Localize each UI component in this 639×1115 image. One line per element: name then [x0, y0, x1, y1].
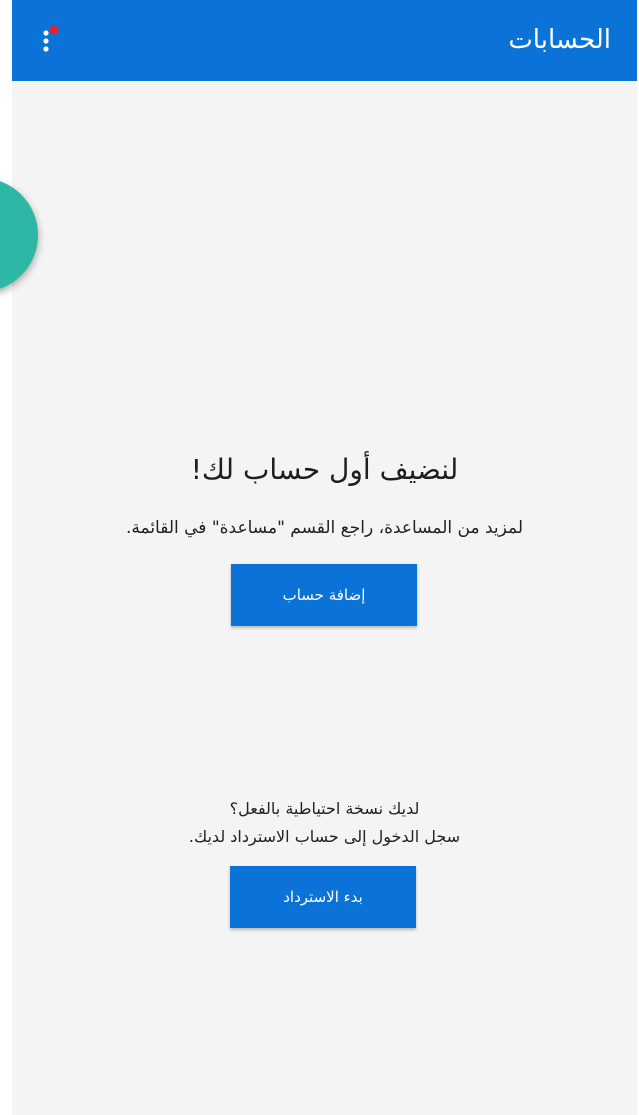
empty-state-help-text: لمزيد من المساعدة، راجع القسم "مساعدة" ف…: [125, 518, 524, 538]
overflow-menu-icon: [43, 25, 59, 52]
screen: الحسابات لنضيف أول حساب لك! لمزيد من الم…: [0, 0, 639, 1115]
notification-dot: [49, 25, 59, 35]
backup-instruction: سجل الدخول إلى حساب الاسترداد لديك.: [188, 827, 461, 846]
overflow-menu-button[interactable]: [32, 18, 76, 62]
empty-state-heading: لنضيف أول حساب لك!: [190, 453, 459, 486]
start-recovery-button[interactable]: بدء الاسترداد: [230, 866, 416, 928]
add-account-button[interactable]: إضافة حساب: [231, 564, 417, 626]
app-bar: الحسابات: [12, 0, 637, 81]
backup-question: لديك نسخة احتياطية بالفعل؟: [229, 799, 420, 818]
page-title: الحسابات: [508, 25, 611, 55]
left-edge: [0, 0, 12, 1115]
add-account-fab[interactable]: [0, 178, 38, 292]
